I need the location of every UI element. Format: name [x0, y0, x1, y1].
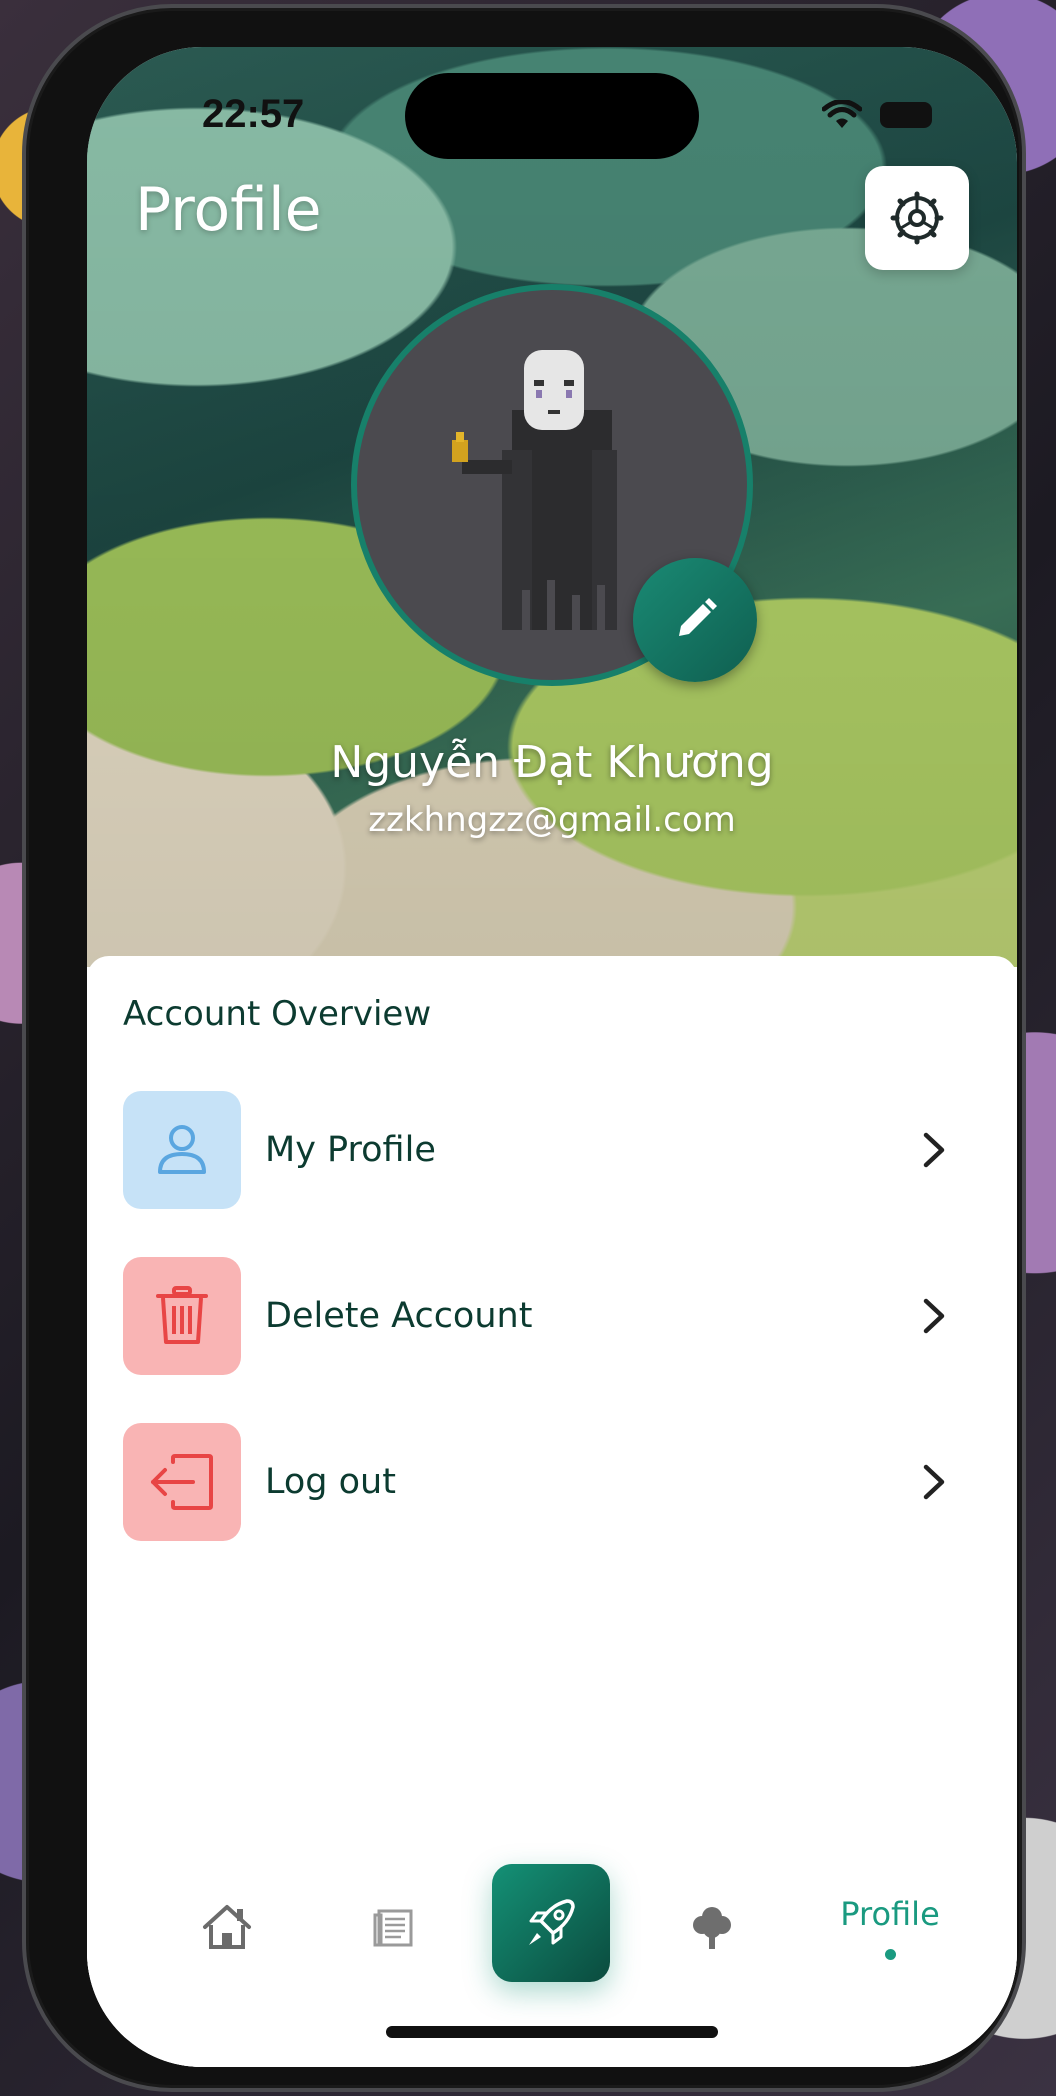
chevron-right-icon: [923, 1132, 945, 1168]
status-time: 22:57: [202, 92, 305, 136]
trash-icon: [156, 1286, 208, 1344]
tab-news[interactable]: [355, 1887, 435, 1967]
user-icon: [158, 1125, 206, 1174]
user-email: zzkhngzz@gmail.com: [368, 800, 736, 840]
phone-frame: 22:57 Profile Nguyễn Đạt Khương zzkhngzz…: [22, 4, 1026, 2092]
avatar-container: [351, 284, 757, 686]
user-name: Nguyễn Đạt Khương: [330, 737, 774, 788]
tab-rocket[interactable]: [492, 1864, 610, 1982]
chevron-right-icon: [923, 1298, 945, 1334]
news-icon: [373, 1909, 413, 1947]
log-out-icon-tile: [123, 1423, 241, 1541]
menu-item-delete-account[interactable]: Delete Account: [123, 1257, 983, 1375]
tab-home[interactable]: [187, 1887, 267, 1967]
rocket-icon: [529, 1899, 575, 1945]
delete-account-label: Delete Account: [265, 1296, 533, 1336]
logout-icon: [151, 1454, 213, 1510]
battery-icon: [880, 102, 932, 128]
chevron-right-icon: [923, 1464, 945, 1500]
screen: 22:57 Profile Nguyễn Đạt Khương zzkhngzz…: [87, 47, 1017, 2067]
home-indicator: [386, 2026, 718, 2038]
wifi-icon: [822, 100, 862, 128]
tab-tree[interactable]: [672, 1887, 752, 1967]
section-title: Account Overview: [123, 994, 432, 1034]
tab-profile[interactable]: Profile: [825, 1895, 955, 1933]
my-profile-label: My Profile: [265, 1130, 436, 1170]
menu-item-my-profile[interactable]: My Profile: [123, 1091, 983, 1209]
gear-icon: [890, 191, 944, 245]
pencil-icon: [679, 598, 717, 636]
settings-button[interactable]: [865, 166, 969, 270]
home-icon: [203, 1905, 251, 1949]
page-title: Profile: [135, 175, 322, 245]
menu-item-log-out[interactable]: Log out: [123, 1423, 983, 1541]
log-out-label: Log out: [265, 1462, 396, 1502]
status-icons: [822, 100, 932, 130]
my-profile-icon-tile: [123, 1091, 241, 1209]
edit-avatar-button[interactable]: [633, 558, 757, 682]
delete-account-icon-tile: [123, 1257, 241, 1375]
active-tab-indicator: [885, 1949, 896, 1960]
avatar-character-image: [452, 350, 617, 630]
tree-icon: [693, 1907, 731, 1949]
dynamic-island: [405, 73, 699, 159]
